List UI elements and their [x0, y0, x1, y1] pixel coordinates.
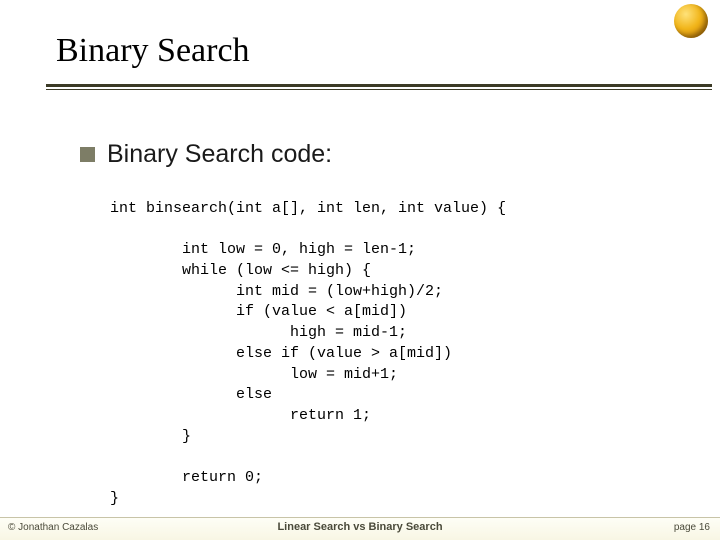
- footer-title: Linear Search vs Binary Search: [0, 521, 720, 533]
- bullet-text: Binary Search code:: [107, 140, 332, 169]
- bullet-item: Binary Search code:: [80, 140, 332, 169]
- footer-page: page 16: [674, 522, 710, 533]
- title-underline: [46, 84, 712, 88]
- slide-title: Binary Search: [56, 32, 250, 70]
- underline-thin: [46, 89, 712, 90]
- underline-thick: [46, 84, 712, 87]
- slide: Binary Search Binary Search code: int bi…: [0, 0, 720, 540]
- code-block: int binsearch(int a[], int len, int valu…: [110, 199, 506, 509]
- footer-bar: © Jonathan Cazalas Linear Search vs Bina…: [0, 517, 720, 540]
- bullet-square-icon: [80, 147, 95, 162]
- logo-icon: [674, 4, 708, 38]
